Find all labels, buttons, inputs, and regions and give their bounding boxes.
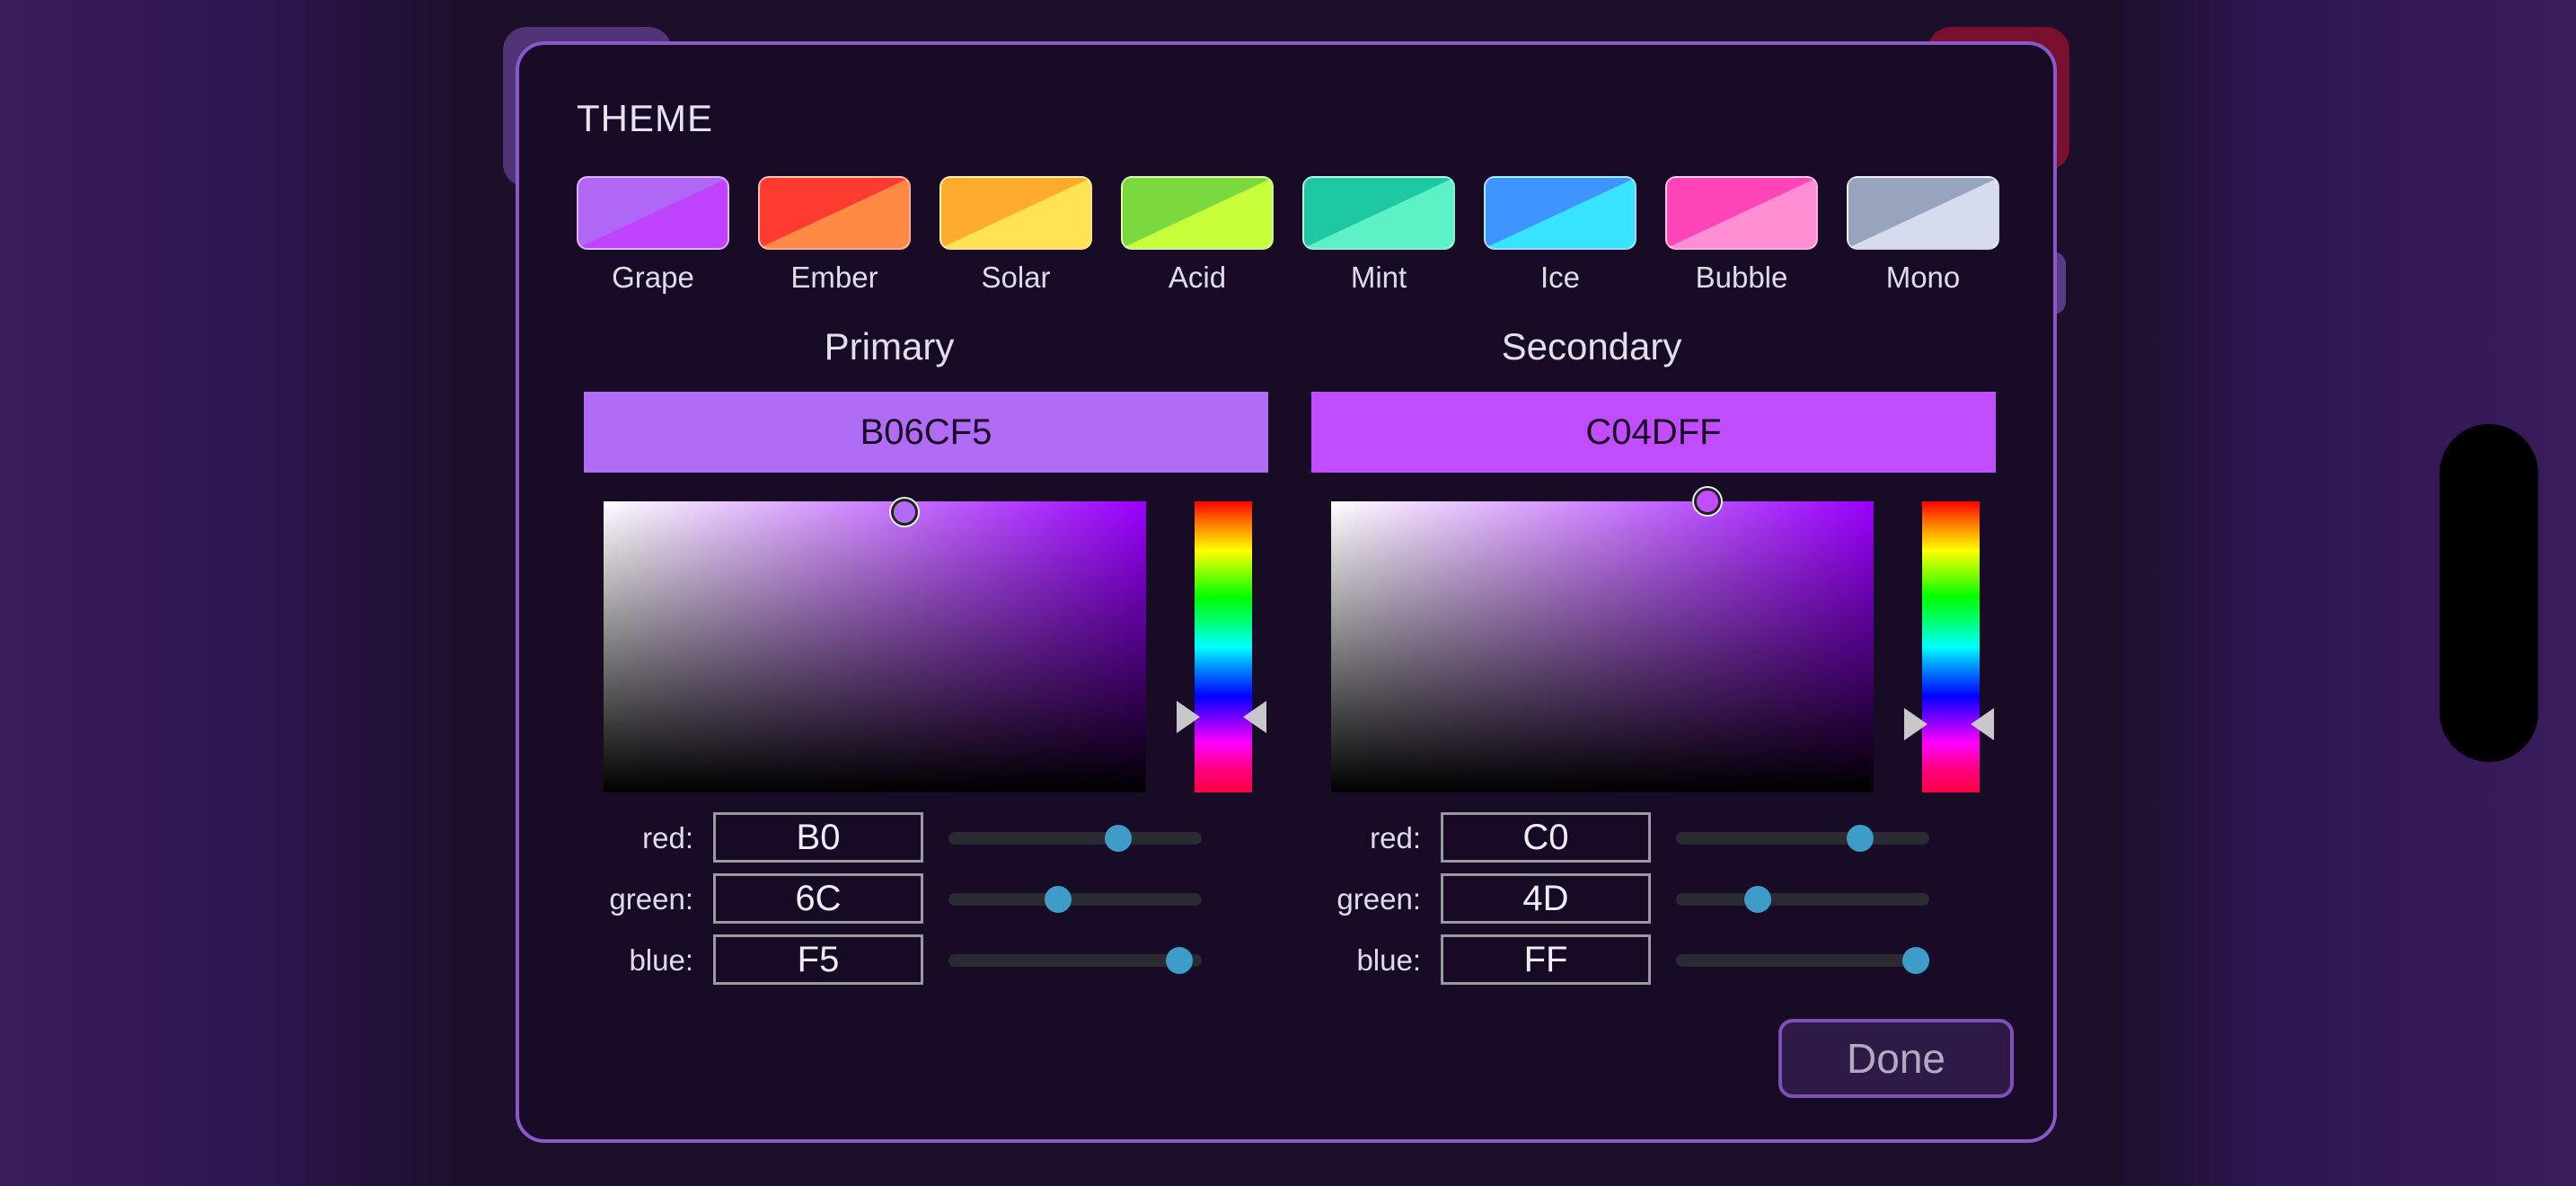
primary-red-label: red: — [642, 821, 693, 854]
secondary-red-label: red: — [1370, 821, 1421, 854]
secondary-green-slider[interactable] — [1676, 886, 1929, 913]
primary-hue-marker-left[interactable] — [1177, 701, 1200, 733]
primary-green-thumb[interactable] — [1045, 886, 1072, 913]
primary-green-input[interactable]: 6C — [713, 873, 923, 924]
secondary-red-slider[interactable] — [1676, 825, 1929, 852]
secondary-title: Secondary — [1501, 325, 1682, 367]
theme-swatch-solar[interactable]: Solar — [938, 176, 1094, 295]
secondary-hue-marker-left[interactable] — [1904, 708, 1928, 740]
theme-swatch-bubble[interactable]: Bubble — [1663, 176, 1820, 295]
theme-swatches: Grape Ember Solar Acid Mint Ice Bubble M… — [575, 176, 2001, 295]
done-button[interactable]: Done — [1778, 1019, 2014, 1098]
primary-title: Primary — [824, 325, 955, 367]
primary-blue-slider[interactable] — [948, 947, 1202, 974]
primary-saturation-value-picker[interactable] — [604, 499, 1146, 792]
theme-swatch-grape[interactable]: Grape — [575, 176, 731, 295]
primary-hue-slider[interactable] — [1195, 501, 1252, 792]
secondary-blue-label: blue: — [1356, 943, 1421, 977]
theme-swatch-acid[interactable]: Acid — [1119, 176, 1275, 295]
theme-swatch-label: Bubble — [1695, 261, 1788, 294]
primary-red-slider[interactable] — [948, 825, 1202, 852]
theme-swatch-label: Acid — [1168, 261, 1227, 294]
dialog-title: THEME — [577, 97, 713, 139]
theme-dialog: THEME Grape Ember Solar Acid Mint Ice Bu — [516, 41, 2057, 1143]
primary-blue-thumb[interactable] — [1166, 947, 1193, 974]
secondary-green-thumb[interactable] — [1744, 886, 1771, 913]
theme-swatch-label: Mono — [1885, 261, 1961, 294]
secondary-hue-marker-right[interactable] — [1971, 708, 1994, 740]
secondary-red-input[interactable]: C0 — [1441, 812, 1651, 863]
theme-swatch-label: Solar — [981, 261, 1051, 294]
secondary-green-input[interactable]: 4D — [1441, 873, 1651, 924]
theme-swatch-label: Mint — [1350, 261, 1407, 294]
secondary-green-label: green: — [1337, 882, 1421, 916]
theme-swatch-ember[interactable]: Ember — [756, 176, 913, 295]
theme-swatch-color[interactable] — [1847, 176, 1999, 250]
primary-red-thumb[interactable] — [1105, 825, 1132, 852]
device-cutout — [2439, 424, 2538, 762]
value-gradient — [1331, 501, 1874, 792]
primary-color-knob[interactable] — [891, 499, 918, 526]
theme-swatch-color[interactable] — [1302, 176, 1455, 250]
theme-swatch-ice[interactable]: Ice — [1482, 176, 1638, 295]
primary-hex-field[interactable]: B06CF5 — [584, 392, 1268, 473]
theme-swatch-label: Ice — [1539, 261, 1581, 294]
secondary-color-knob[interactable] — [1694, 488, 1721, 515]
theme-swatch-color[interactable] — [1665, 176, 1818, 250]
theme-swatch-color[interactable] — [577, 176, 729, 250]
secondary-saturation-value-picker[interactable] — [1331, 488, 1874, 792]
primary-blue-label: blue: — [629, 943, 693, 977]
value-gradient — [604, 501, 1146, 792]
theme-swatch-color[interactable] — [1121, 176, 1274, 250]
theme-swatch-color[interactable] — [1484, 176, 1636, 250]
primary-green-slider[interactable] — [948, 886, 1202, 913]
primary-green-label: green: — [609, 882, 693, 916]
theme-swatch-color[interactable] — [758, 176, 911, 250]
secondary-red-thumb[interactable] — [1847, 825, 1874, 852]
theme-swatch-mint[interactable]: Mint — [1301, 176, 1457, 295]
primary-hue-marker-right[interactable] — [1243, 701, 1266, 733]
theme-swatch-color[interactable] — [940, 176, 1092, 250]
secondary-hue-slider[interactable] — [1922, 501, 1980, 792]
primary-blue-input[interactable]: F5 — [713, 934, 923, 985]
secondary-blue-input[interactable]: FF — [1441, 934, 1651, 985]
secondary-blue-thumb[interactable] — [1902, 947, 1929, 974]
secondary-blue-slider[interactable] — [1676, 947, 1929, 974]
primary-red-input[interactable]: B0 — [713, 812, 923, 863]
theme-swatch-mono[interactable]: Mono — [1845, 176, 2001, 295]
theme-swatch-label: Ember — [790, 261, 878, 294]
secondary-hex-field[interactable]: C04DFF — [1311, 392, 1996, 473]
theme-swatch-label: Grape — [612, 261, 694, 294]
